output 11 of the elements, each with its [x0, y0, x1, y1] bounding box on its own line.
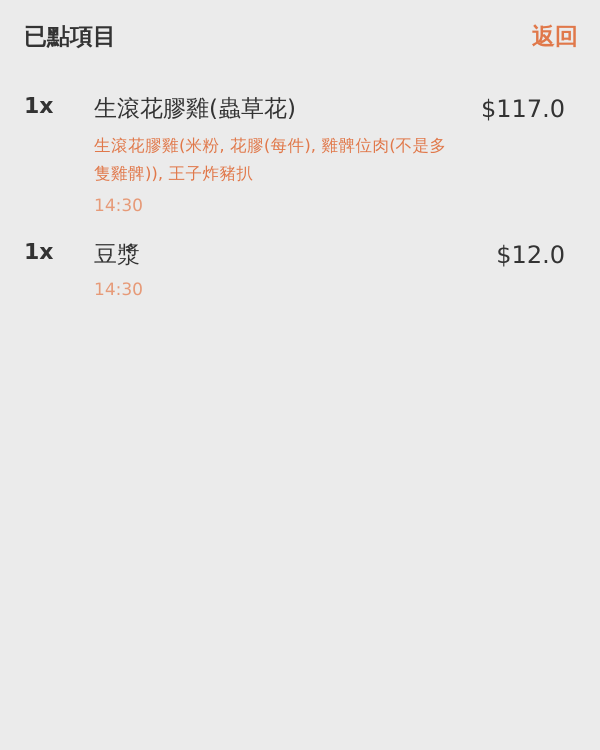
page-title: 已點項目 — [24, 22, 116, 52]
order-time: 14:30 — [94, 279, 143, 302]
item-name: 生滾花膠雞(蟲草花) — [94, 95, 296, 124]
item-price: $12.0 — [496, 240, 565, 271]
item-quantity: 1x — [24, 93, 54, 121]
back-link[interactable]: 返回 — [532, 20, 578, 52]
item-quantity: 1x — [24, 239, 54, 267]
item-price: $117.0 — [481, 94, 565, 125]
item-name: 豆漿 — [94, 241, 140, 270]
order-time: 14:30 — [94, 195, 143, 218]
item-options: 生滾花膠雞(米粉, 花膠(每件), 雞髀位肉(不是多隻雞髀)), 王子炸豬扒 — [94, 132, 454, 188]
